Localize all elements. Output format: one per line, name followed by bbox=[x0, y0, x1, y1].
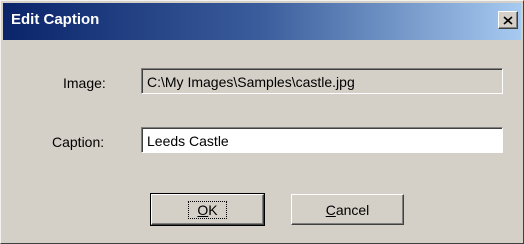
close-icon bbox=[503, 15, 513, 25]
image-label: Image: bbox=[63, 75, 106, 91]
caption-input[interactable]: Leeds Castle bbox=[141, 127, 503, 153]
caption-input-text: Leeds Castle bbox=[147, 133, 229, 149]
cancel-button[interactable]: Cancel bbox=[291, 194, 404, 225]
ok-button[interactable]: OK bbox=[150, 193, 265, 226]
close-button[interactable] bbox=[498, 11, 518, 29]
caption-label: Caption: bbox=[52, 134, 105, 150]
edit-caption-dialog: Edit Caption Image: C:\My Images\Samples… bbox=[0, 0, 524, 244]
cancel-button-label: Cancel bbox=[325, 201, 370, 218]
title-bar[interactable]: Edit Caption bbox=[3, 3, 521, 40]
dialog-title: Edit Caption bbox=[11, 11, 100, 28]
ok-button-label: OK bbox=[188, 200, 227, 219]
image-path-field: C:\My Images\Samples\castle.jpg bbox=[141, 68, 503, 94]
